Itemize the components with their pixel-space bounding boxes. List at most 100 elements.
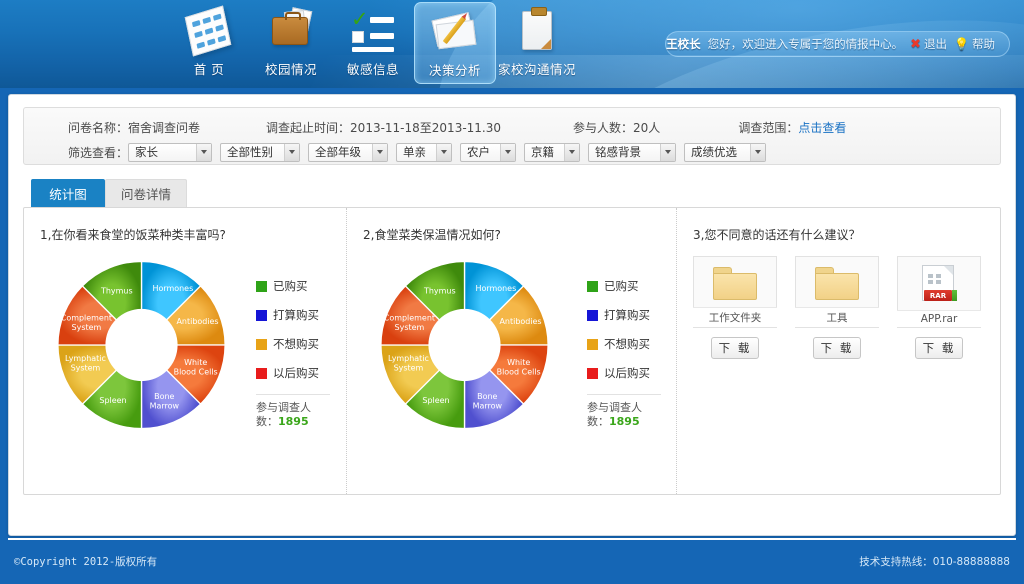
- svg-text:Bone: Bone: [154, 392, 174, 401]
- filter-select-residency[interactable]: 京籍: [524, 143, 580, 162]
- filter-select-row: 筛选查看： 家长 全部性别 全部年级 单亲 农户: [24, 141, 1000, 163]
- legend-item: 以后购买: [587, 365, 659, 381]
- legend-swatch: [256, 368, 267, 379]
- legend-total-2: 参与调查人数：1895: [587, 394, 661, 429]
- svg-text:White: White: [184, 358, 207, 367]
- nav-item-sensitive[interactable]: ✓ 敏感信息: [332, 2, 414, 82]
- logout-link[interactable]: ✖ 退出: [910, 36, 947, 52]
- svg-text:System: System: [72, 323, 102, 332]
- svg-text:Hormones: Hormones: [152, 284, 193, 293]
- filter-select-gender[interactable]: 全部性别: [220, 143, 300, 162]
- svg-text:Marrow: Marrow: [150, 402, 180, 411]
- legend-swatch: [587, 310, 598, 321]
- filter-select-household[interactable]: 农户: [460, 143, 516, 162]
- filter-select-role[interactable]: 家长: [128, 143, 212, 162]
- tab-survey-details[interactable]: 问卷详情: [105, 179, 187, 207]
- app-footer: ©Copyright 2012-版权所有 技术支持热线：010-88888888: [0, 540, 1024, 584]
- chevron-down-icon: [196, 144, 211, 161]
- attachment-tile-rar[interactable]: RAR APP.rar: [897, 256, 981, 328]
- main-navigation: 首 页 校园情况 ✓ 敏感信息: [168, 2, 578, 84]
- svg-text:Thymus: Thymus: [423, 287, 456, 296]
- svg-text:System: System: [395, 323, 425, 332]
- svg-text:Blood Cells: Blood Cells: [174, 367, 218, 376]
- svg-text:Marrow: Marrow: [473, 402, 503, 411]
- filter-select-grade[interactable]: 全部年级: [308, 143, 388, 162]
- nav-label-sensitive: 敏感信息: [347, 59, 399, 78]
- legend-1: 已购买 打算购买 不想购买 以后购买 参与调查人数：1895: [256, 278, 328, 429]
- attachment-name: APP.rar: [897, 310, 981, 327]
- tab-statistics-chart[interactable]: 统计图: [31, 179, 105, 207]
- svg-text:System: System: [394, 364, 424, 373]
- legend-item: 已购买: [587, 278, 659, 294]
- question-column-2: 2,食堂菜类保温情况如何? Hormones: [346, 208, 676, 494]
- attachment-name: 工作文件夹: [693, 307, 777, 327]
- legend-item: 不想购买: [587, 336, 659, 352]
- download-button-1[interactable]: 下 载: [711, 337, 759, 359]
- legend-label: 已购买: [273, 278, 308, 294]
- logout-label: 退出: [924, 36, 947, 52]
- chevron-down-icon: [436, 144, 451, 161]
- briefcase-icon: [264, 7, 318, 55]
- legend-item: 打算购买: [256, 307, 328, 323]
- help-link[interactable]: 💡 帮助: [954, 36, 995, 52]
- legend-label: 不想购买: [273, 336, 319, 352]
- chevron-down-icon: [500, 144, 515, 161]
- svg-text:Bone: Bone: [477, 392, 497, 401]
- donut-chart-1: Hormones Antibodies WhiteBlood Cells Bon…: [34, 250, 249, 440]
- donut-chart-svg-2: Hormones Antibodies WhiteBlood Cells Bon…: [357, 250, 572, 440]
- footer-divider: [8, 538, 1016, 540]
- svg-text:Blood Cells: Blood Cells: [497, 367, 541, 376]
- chevron-down-icon: [284, 144, 299, 161]
- svg-text:Hormones: Hormones: [475, 284, 516, 293]
- main-content-panel: 问卷名称：宿舍调查问卷 调查起止时间：2013-11-18至2013-11.30…: [8, 94, 1016, 536]
- attachment-tile-folder-1[interactable]: 工作文件夹: [693, 256, 777, 328]
- question-title-2: 2,食堂菜类保温情况如何?: [347, 208, 676, 243]
- svg-text:Thymus: Thymus: [100, 287, 133, 296]
- filter-label: 筛选查看：: [68, 144, 128, 161]
- svg-text:Lymphatic: Lymphatic: [388, 354, 429, 363]
- nav-item-home[interactable]: 首 页: [168, 2, 250, 82]
- welcome-message: 您好，欢迎进入专属于您的情报中心。: [708, 36, 904, 52]
- svg-text:Complement: Complement: [384, 313, 435, 322]
- legend-swatch: [587, 281, 598, 292]
- attachment-item: 工作文件夹 下 载: [693, 256, 777, 359]
- filter-select-excellence[interactable]: 成绩优选: [684, 143, 766, 162]
- filter-select-family[interactable]: 单亲: [396, 143, 452, 162]
- legend-swatch: [256, 281, 267, 292]
- attachment-tile-folder-2[interactable]: 工具: [795, 256, 879, 328]
- legend-label: 打算购买: [273, 307, 319, 323]
- welcome-bar: 王校长 您好，欢迎进入专属于您的情报中心。 ✖ 退出 💡 帮助: [665, 31, 1010, 57]
- survey-filter-box: 问卷名称：宿舍调查问卷 调查起止时间：2013-11-18至2013-11.30…: [23, 107, 1001, 165]
- welcome-username: 王校长: [666, 36, 701, 52]
- question-title-1: 1,在你看来食堂的饭菜种类丰富吗?: [24, 208, 346, 243]
- survey-scope-link[interactable]: 点击查看: [798, 121, 846, 135]
- nav-item-campus[interactable]: 校园情况: [250, 2, 332, 82]
- legend-label: 已购买: [604, 278, 639, 294]
- donut-chart-2: Hormones Antibodies WhiteBlood Cells Bon…: [357, 250, 572, 440]
- attachment-list: 工作文件夹 下 载 工具 下 载: [693, 256, 981, 359]
- sheet-icon: [182, 7, 236, 55]
- chevron-down-icon: [564, 144, 579, 161]
- help-label: 帮助: [972, 36, 995, 52]
- content-tabs: 统计图 问卷详情: [31, 179, 1015, 207]
- survey-period: 调查起止时间：2013-11-18至2013-11.30: [266, 119, 501, 136]
- checklist-icon: ✓: [346, 7, 400, 55]
- nav-label-campus: 校园情况: [265, 59, 317, 78]
- svg-text:Complement: Complement: [61, 313, 112, 322]
- legend-item: 已购买: [256, 278, 328, 294]
- legend-label: 不想购买: [604, 336, 650, 352]
- filter-select-sensitive[interactable]: 铭感背景: [588, 143, 676, 162]
- footer-hotline: 技术支持热线：010-88888888: [859, 554, 1010, 569]
- legend-2: 已购买 打算购买 不想购买 以后购买 参与调查人数：1895: [587, 278, 659, 429]
- legend-total-1: 参与调查人数：1895: [256, 394, 330, 429]
- rar-badge: RAR: [924, 290, 952, 301]
- nav-item-decision-analysis[interactable]: 决策分析: [414, 2, 496, 84]
- download-button-2[interactable]: 下 载: [813, 337, 861, 359]
- download-button-3[interactable]: 下 载: [915, 337, 963, 359]
- rar-archive-icon: RAR: [922, 265, 956, 303]
- nav-item-communication[interactable]: 家校沟通情况: [496, 2, 578, 82]
- legend-item: 不想购买: [256, 336, 328, 352]
- svg-text:Spleen: Spleen: [99, 396, 126, 405]
- question-title-3: 3,您不同意的话还有什么建议？: [677, 208, 1000, 243]
- legend-swatch: [256, 310, 267, 321]
